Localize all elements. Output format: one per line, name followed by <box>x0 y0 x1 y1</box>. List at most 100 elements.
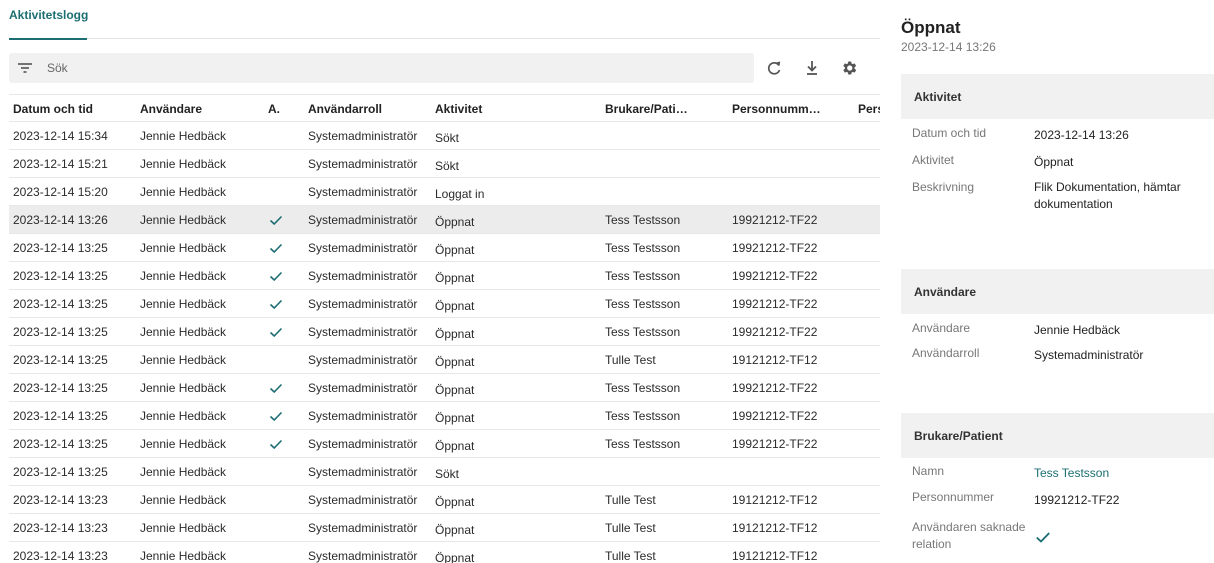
cell-role: Systemadministratör <box>308 325 418 339</box>
cell-activity: Öppnat <box>435 495 475 509</box>
cell-check <box>268 262 298 290</box>
cell-personnummer: 19921212-TF22 <box>732 269 818 283</box>
cell-role: Systemadministratör <box>308 493 418 507</box>
table-row[interactable]: 2023-12-14 13:26 Jennie Hedbäck Systemadmi… <box>9 206 880 234</box>
cell-user: Jennie Hedbäck <box>140 493 227 507</box>
value-user: Jennie Hedbäck <box>1034 323 1121 337</box>
cell-patient: Tulle Test <box>605 493 656 507</box>
cell-activity: Öppnat <box>435 327 475 341</box>
table-row[interactable]: 2023-12-14 13:25 Jennie Hedbäck Systemadmi… <box>9 374 880 402</box>
cell-user: Jennie Hedbäck <box>140 325 227 339</box>
cell-personnummer: 19921212-TF22 <box>732 381 818 395</box>
column-header-user[interactable]: Användare <box>140 95 270 123</box>
table-row[interactable]: 2023-12-14 13:25 Jennie Hedbäck Systemadmi… <box>9 290 880 318</box>
table-row[interactable]: 2023-12-14 13:23 Jennie Hedbäck Systemadmi… <box>9 486 880 514</box>
cell-user: Jennie Hedbäck <box>140 269 227 283</box>
value-missing-relation <box>1034 528 1204 551</box>
cell-activity: Loggat in <box>435 187 485 201</box>
cell-check <box>268 122 298 150</box>
table-row[interactable]: 2023-12-14 15:34 Jennie Hedbäck Systemadmi… <box>9 122 880 150</box>
label-name: Namn <box>912 464 945 478</box>
column-header-personnummer[interactable]: Personnumm… <box>732 95 847 123</box>
cell-user: Jennie Hedbäck <box>140 241 227 255</box>
filter-icon[interactable] <box>16 59 34 77</box>
table-row[interactable]: 2023-12-14 13:23 Jennie Hedbäck Systemadmi… <box>9 514 880 542</box>
table-row[interactable]: 2023-12-14 13:25 Jennie Hedbäck Systemadmi… <box>9 346 880 374</box>
cell-activity: Öppnat <box>435 551 475 563</box>
refresh-button[interactable] <box>764 58 784 78</box>
detail-panel: Öppnat 2023-12-14 13:26 Aktivitet Datum … <box>880 0 1214 563</box>
tab-aktivitetslogg[interactable]: Aktivitetslogg <box>9 0 88 40</box>
cell-activity: Öppnat <box>435 299 475 313</box>
cell-patient <box>605 178 720 206</box>
download-button[interactable] <box>802 58 822 78</box>
table-row[interactable]: 2023-12-14 15:20 Jennie Hedbäck Systemadmi… <box>9 178 880 206</box>
cell-check <box>268 402 298 430</box>
cell-check <box>268 542 298 563</box>
cell-personnummer <box>732 178 847 206</box>
value-date: 2023-12-14 13:26 <box>1034 128 1129 142</box>
column-header-activity[interactable]: Aktivitet <box>435 95 575 123</box>
column-header-role[interactable]: Användarroll <box>308 95 433 123</box>
table-row[interactable]: 2023-12-14 13:25 Jennie Hedbäck Systemadmi… <box>9 402 880 430</box>
cell-patient: Tulle Test <box>605 521 656 535</box>
cell-activity: Öppnat <box>435 271 475 285</box>
cell-role: Systemadministratör <box>308 409 418 423</box>
cell-user: Jennie Hedbäck <box>140 437 227 451</box>
checkmark-icon <box>269 299 283 310</box>
cell-patient <box>605 458 720 486</box>
cell-date: 2023-12-14 15:21 <box>13 157 108 171</box>
checkmark-icon <box>269 327 283 338</box>
cell-date: 2023-12-14 13:25 <box>13 325 108 339</box>
cell-date: 2023-12-14 13:25 <box>13 381 108 395</box>
cell-patient <box>605 122 720 150</box>
value-role: Systemadministratör <box>1034 348 1144 362</box>
label-missing-relation: Användaren saknade relation <box>912 520 1026 551</box>
patient-name-link[interactable]: Tess Testsson <box>1034 465 1204 482</box>
table-row[interactable]: 2023-12-14 13:25 Jennie Hedbäck Systemadmi… <box>9 318 880 346</box>
cell-role: Systemadministratör <box>308 129 418 143</box>
cell-role: Systemadministratör <box>308 353 418 367</box>
cell-personnummer: 19921212-TF22 <box>732 213 818 227</box>
download-icon <box>807 61 817 75</box>
checkmark-icon <box>269 243 283 254</box>
settings-button[interactable] <box>839 58 859 78</box>
section-header-patient: Brukare/Patient <box>901 413 1214 458</box>
table-row[interactable]: 2023-12-14 13:25 Jennie Hedbäck Systemadmi… <box>9 430 880 458</box>
cell-patient: Tess Testsson <box>605 269 681 283</box>
checkmark-icon <box>269 439 283 450</box>
table-row[interactable]: 2023-12-14 13:25 Jennie Hedbäck Systemadmi… <box>9 234 880 262</box>
checkmark-icon <box>269 383 283 394</box>
tab-active-indicator <box>9 38 87 40</box>
cell-patient: Tess Testsson <box>605 241 681 255</box>
cell-patient: Tess Testsson <box>605 409 681 423</box>
cell-personnummer <box>732 150 847 178</box>
toolbar: Sök <box>9 53 880 83</box>
cell-date: 2023-12-14 13:23 <box>13 549 108 563</box>
column-header-pers[interactable]: Pers <box>858 95 880 123</box>
checkmark-icon <box>269 411 283 422</box>
cell-personnummer: 19921212-TF22 <box>732 409 818 423</box>
table-row[interactable]: 2023-12-14 13:25 Jennie Hedbäck Systemadmi… <box>9 458 880 486</box>
cell-patient: Tess Testsson <box>605 381 681 395</box>
cell-date: 2023-12-14 13:25 <box>13 269 108 283</box>
table-row[interactable]: 2023-12-14 13:23 Jennie Hedbäck Systemadmi… <box>9 542 880 563</box>
cell-activity: Sökt <box>435 159 460 173</box>
cell-date: 2023-12-14 13:25 <box>13 297 108 311</box>
search-input[interactable]: Sök <box>9 53 754 83</box>
column-header-patient[interactable]: Brukare/Pati… <box>605 95 720 123</box>
cell-user: Jennie Hedbäck <box>140 521 227 535</box>
cell-user: Jennie Hedbäck <box>140 549 227 563</box>
column-header-a[interactable]: A. <box>268 95 298 123</box>
table-row[interactable]: 2023-12-14 15:21 Jennie Hedbäck Systemadmi… <box>9 150 880 178</box>
cell-personnummer: 19121212-TF12 <box>732 521 818 535</box>
label-date: Datum och tid <box>912 126 987 140</box>
cell-check <box>268 374 298 402</box>
cell-role: Systemadministratör <box>308 185 418 199</box>
cell-check <box>268 458 298 486</box>
column-header-date[interactable]: Datum och tid <box>13 95 133 123</box>
table-row[interactable]: 2023-12-14 13:25 Jennie Hedbäck Systemadmi… <box>9 262 880 290</box>
cell-role: Systemadministratör <box>308 549 418 563</box>
cell-patient: Tess Testsson <box>605 297 681 311</box>
cell-user: Jennie Hedbäck <box>140 409 227 423</box>
